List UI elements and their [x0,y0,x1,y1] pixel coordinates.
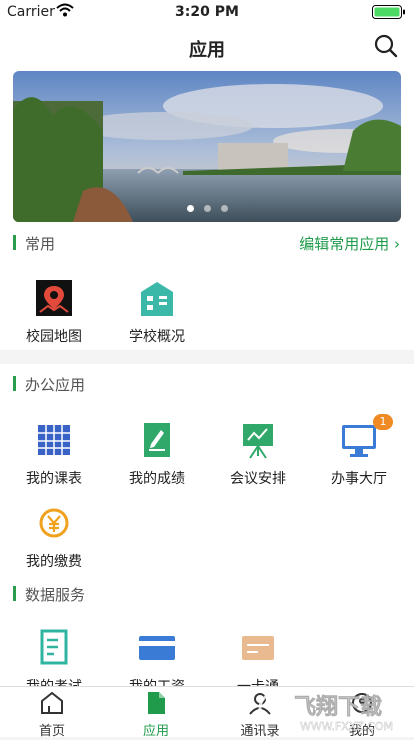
app-tile-exam[interactable]: 我的考试 [6,628,102,686]
section-marker [13,586,16,601]
meeting-icon [238,420,278,460]
tile-label: 我的课表 [26,471,82,487]
payment-icon [34,503,74,543]
tile-label: 我的考试 [6,676,102,686]
chevron-right-icon: › [394,235,400,253]
section-title: 常用 [25,235,56,253]
notification-badge: 1 [373,414,393,430]
carousel-dot[interactable] [203,205,211,212]
status-bar: Carrier 3:20 PM [0,0,414,24]
battery-icon [372,5,405,19]
apps-icon [148,692,165,714]
section-title: 办公应用 [25,376,86,394]
home-icon [41,691,63,714]
tile-label: 校园地图 [26,329,82,345]
tile-label: 办事大厅 [331,471,387,487]
app-tile-schedule[interactable]: 我的课表 [6,420,102,488]
banner-carousel[interactable] [13,71,401,222]
app-tile-service-hall[interactable]: 1 办事大厅 [311,414,407,488]
app-tile-school-overview[interactable]: 学校概况 [109,278,205,346]
app-tile-campus-map[interactable]: 校园地图 [6,278,102,346]
tab-home[interactable]: 首页 [0,690,104,739]
edit-frequent-link[interactable]: 编辑常用应用 › [299,233,400,254]
nav-bar: 应用 [0,24,414,68]
tile-label: 我的工资 [109,676,205,686]
grades-icon [137,420,177,460]
app-tile-salary[interactable]: 我的工资 [109,628,205,686]
edit-frequent-label: 编辑常用应用 [299,235,390,253]
carousel-dot[interactable] [220,205,228,212]
card-icon [238,628,278,668]
watermark-logo: 飞翔下载 WWW.FXXZ.COM [258,692,393,733]
page-title: 应用 [189,40,225,61]
clock: 3:20 PM [175,4,239,20]
section-marker [13,235,16,250]
campus-map-icon [34,278,74,318]
tab-label: 首页 [38,724,65,739]
salary-icon [137,628,177,668]
site-watermark: 飞翔下载 WWW.FXXZ.COM [256,680,406,736]
tab-apps[interactable]: 应用 [104,690,208,739]
search-icon[interactable] [374,34,398,58]
exam-icon [34,628,74,668]
school-overview-icon [137,278,177,318]
watermark-text: 飞翔下载 [294,694,382,720]
watermark-url: WWW.FXXZ.COM [300,720,393,733]
tile-label: 我的成绩 [129,471,185,487]
app-tile-payment[interactable]: 我的缴费 [6,503,102,571]
app-tile-card[interactable]: 一卡通 [210,628,306,686]
section-title: 数据服务 [25,586,86,604]
service-hall-icon: 1 [339,414,393,460]
tile-label: 会议安排 [230,471,286,487]
carousel-dots[interactable] [13,197,401,216]
app-tile-grades[interactable]: 我的成绩 [109,420,205,488]
app-tile-meeting[interactable]: 会议安排 [210,420,306,488]
section-marker [13,376,16,391]
tile-label: 学校概况 [129,329,185,345]
tab-label: 应用 [142,724,169,739]
schedule-icon [34,420,74,460]
tile-label: 我的缴费 [26,554,82,570]
carousel-dot[interactable] [186,205,194,212]
